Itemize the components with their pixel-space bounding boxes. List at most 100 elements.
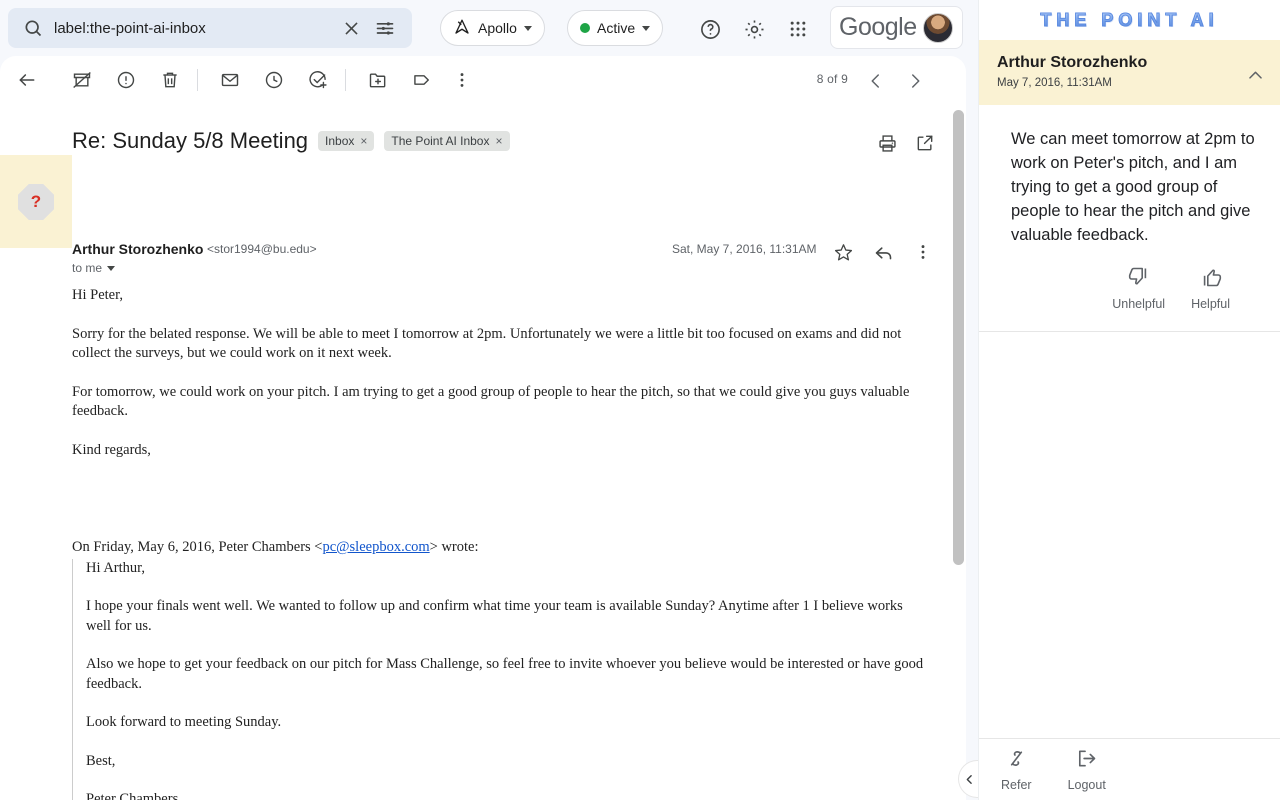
- label-chip-text: The Point AI Inbox: [391, 134, 489, 148]
- status-label: Active: [597, 20, 635, 36]
- reading-pane: 8 of 9 Re: Sunday 5/8 Meeting Inbox × Th…: [0, 56, 966, 800]
- account-chip[interactable]: Google: [830, 6, 963, 49]
- tune-filter-icon[interactable]: [368, 11, 402, 45]
- refer-button[interactable]: Refer: [1001, 747, 1032, 792]
- sender-email: <stor1994@bu.edu>: [207, 242, 317, 256]
- page-counter: 8 of 9: [817, 72, 848, 86]
- body-paragraph-1: Sorry for the belated response. We will …: [72, 325, 930, 364]
- panel-message-header[interactable]: Arthur Storozhenko May 7, 2016, 11:31AM: [979, 40, 1280, 105]
- gmail-region: Apollo Active: [0, 0, 978, 800]
- label-chip-the-point-ai-inbox: The Point AI Inbox ×: [384, 131, 509, 151]
- more-vertical-icon[interactable]: [908, 237, 938, 267]
- more-vertical-icon[interactable]: [447, 65, 477, 95]
- apollo-logo-icon: [453, 18, 471, 39]
- body-spacer: [72, 479, 930, 519]
- search-input[interactable]: [48, 20, 334, 37]
- clock-snooze-icon[interactable]: [259, 65, 289, 95]
- close-icon[interactable]: [334, 11, 368, 45]
- message-date: Sat, May 7, 2016, 11:31AM: [672, 242, 817, 256]
- mark-unread-icon[interactable]: [215, 65, 245, 95]
- app-root: Apollo Active: [0, 0, 1280, 800]
- help-circle-icon[interactable]: [697, 16, 723, 42]
- page-title: Re: Sunday 5/8 Meeting: [72, 128, 308, 154]
- panel-message-date: May 7, 2016, 11:31AM: [997, 77, 1262, 89]
- dollar-refer-icon: [1005, 747, 1028, 775]
- panel-logo-text: THE POINT AI: [1040, 10, 1218, 31]
- quote-signoff: Best,: [86, 752, 930, 772]
- the-point-ai-panel: THE POINT AI Arthur Storozhenko May 7, 2…: [978, 0, 1280, 800]
- helpful-button[interactable]: Helpful: [1191, 265, 1230, 311]
- apollo-label: Apollo: [478, 20, 517, 36]
- panel-feedback-row: Unhelpful Helpful: [1011, 247, 1256, 315]
- google-wordmark: Google: [839, 13, 917, 42]
- search-icon: [18, 18, 48, 38]
- panel-summary-card: We can meet tomorrow at 2pm to work on P…: [979, 105, 1280, 332]
- gear-icon[interactable]: [741, 16, 767, 42]
- panel-footer: Refer Logout: [979, 738, 1280, 800]
- archive-icon[interactable]: [67, 65, 97, 95]
- sender-name: Arthur Storozhenko: [72, 241, 203, 257]
- chevron-down-icon: [107, 266, 115, 271]
- toolbar-divider: [345, 69, 346, 91]
- body-paragraph-2: For tomorrow, we could work on your pitc…: [72, 383, 930, 422]
- recipient-label: to me: [72, 261, 102, 275]
- print-icon[interactable]: [872, 128, 902, 158]
- logout-button[interactable]: Logout: [1068, 747, 1106, 792]
- chevron-down-icon: [524, 26, 532, 31]
- reply-arrow-icon[interactable]: [868, 237, 898, 267]
- quote-paragraph-1: I hope your finals went well. We wanted …: [86, 597, 930, 636]
- apollo-menu-button[interactable]: Apollo: [440, 10, 545, 46]
- report-spam-icon[interactable]: [111, 65, 141, 95]
- refer-label: Refer: [1001, 778, 1032, 792]
- chevron-down-icon: [642, 26, 650, 31]
- close-icon[interactable]: ×: [495, 135, 502, 147]
- avatar[interactable]: [923, 13, 953, 43]
- move-to-folder-icon[interactable]: [363, 65, 393, 95]
- toolbar-divider: [197, 69, 198, 91]
- quote-intro-after: > wrote:: [430, 539, 479, 555]
- scrollbar-track[interactable]: [952, 56, 966, 800]
- message-body: Hi Peter, Sorry for the belated response…: [72, 286, 930, 800]
- chevron-up-icon[interactable]: [1244, 64, 1266, 86]
- panel-summary-text: We can meet tomorrow at 2pm to work on P…: [1011, 127, 1256, 247]
- unhelpful-label: Unhelpful: [1112, 297, 1165, 311]
- star-outline-icon[interactable]: [828, 237, 858, 267]
- scrollbar-thumb[interactable]: [953, 110, 964, 565]
- prev-page-button[interactable]: [861, 66, 891, 96]
- message-action-toolbar: 8 of 9: [0, 56, 966, 104]
- logout-label: Logout: [1068, 778, 1106, 792]
- unhelpful-button[interactable]: Unhelpful: [1112, 265, 1165, 311]
- quoted-sender-email-link[interactable]: pc@sleepbox.com: [322, 539, 429, 555]
- chevron-left-icon: [963, 773, 976, 786]
- label-chip-text: Inbox: [325, 134, 354, 148]
- subject-row: Re: Sunday 5/8 Meeting Inbox × The Point…: [72, 128, 946, 154]
- body-greeting: Hi Peter,: [72, 286, 930, 306]
- status-dot-icon: [580, 23, 590, 33]
- thumb-up-icon: [1199, 265, 1223, 294]
- apps-grid-icon[interactable]: [785, 16, 811, 42]
- quote-paragraph-2: Also we hope to get your feedback on our…: [86, 655, 930, 694]
- quoted-message: Hi Arthur, I hope your finals went well.…: [72, 559, 930, 800]
- status-menu-button[interactable]: Active: [567, 10, 663, 46]
- next-page-button[interactable]: [900, 66, 930, 96]
- quote-sender-name: Peter Chambers: [86, 790, 930, 800]
- quote-intro: On Friday, May 6, 2016, Peter Chambers <…: [72, 538, 930, 558]
- helpful-label: Helpful: [1191, 297, 1230, 311]
- body-signoff: Kind regards,: [72, 441, 930, 461]
- add-to-tasks-icon[interactable]: [303, 65, 333, 95]
- panel-sender-name: Arthur Storozhenko: [997, 54, 1262, 72]
- back-arrow-icon[interactable]: [12, 65, 42, 95]
- trash-icon[interactable]: [155, 65, 185, 95]
- panel-logo: THE POINT AI: [979, 0, 1280, 40]
- search-bar[interactable]: [8, 8, 412, 48]
- label-chip-inbox: Inbox ×: [318, 131, 374, 151]
- top-bar: Apollo Active: [0, 0, 978, 56]
- thumb-down-icon: [1127, 265, 1151, 294]
- close-icon[interactable]: ×: [360, 135, 367, 147]
- quote-paragraph-3: Look forward to meeting Sunday.: [86, 713, 930, 733]
- quote-intro-before: On Friday, May 6, 2016, Peter Chambers <: [72, 539, 322, 555]
- open-in-new-icon[interactable]: [910, 128, 940, 158]
- recipient-toggle[interactable]: to me: [72, 261, 115, 275]
- label-tag-icon[interactable]: [407, 65, 437, 95]
- quote-greeting: Hi Arthur,: [86, 559, 930, 579]
